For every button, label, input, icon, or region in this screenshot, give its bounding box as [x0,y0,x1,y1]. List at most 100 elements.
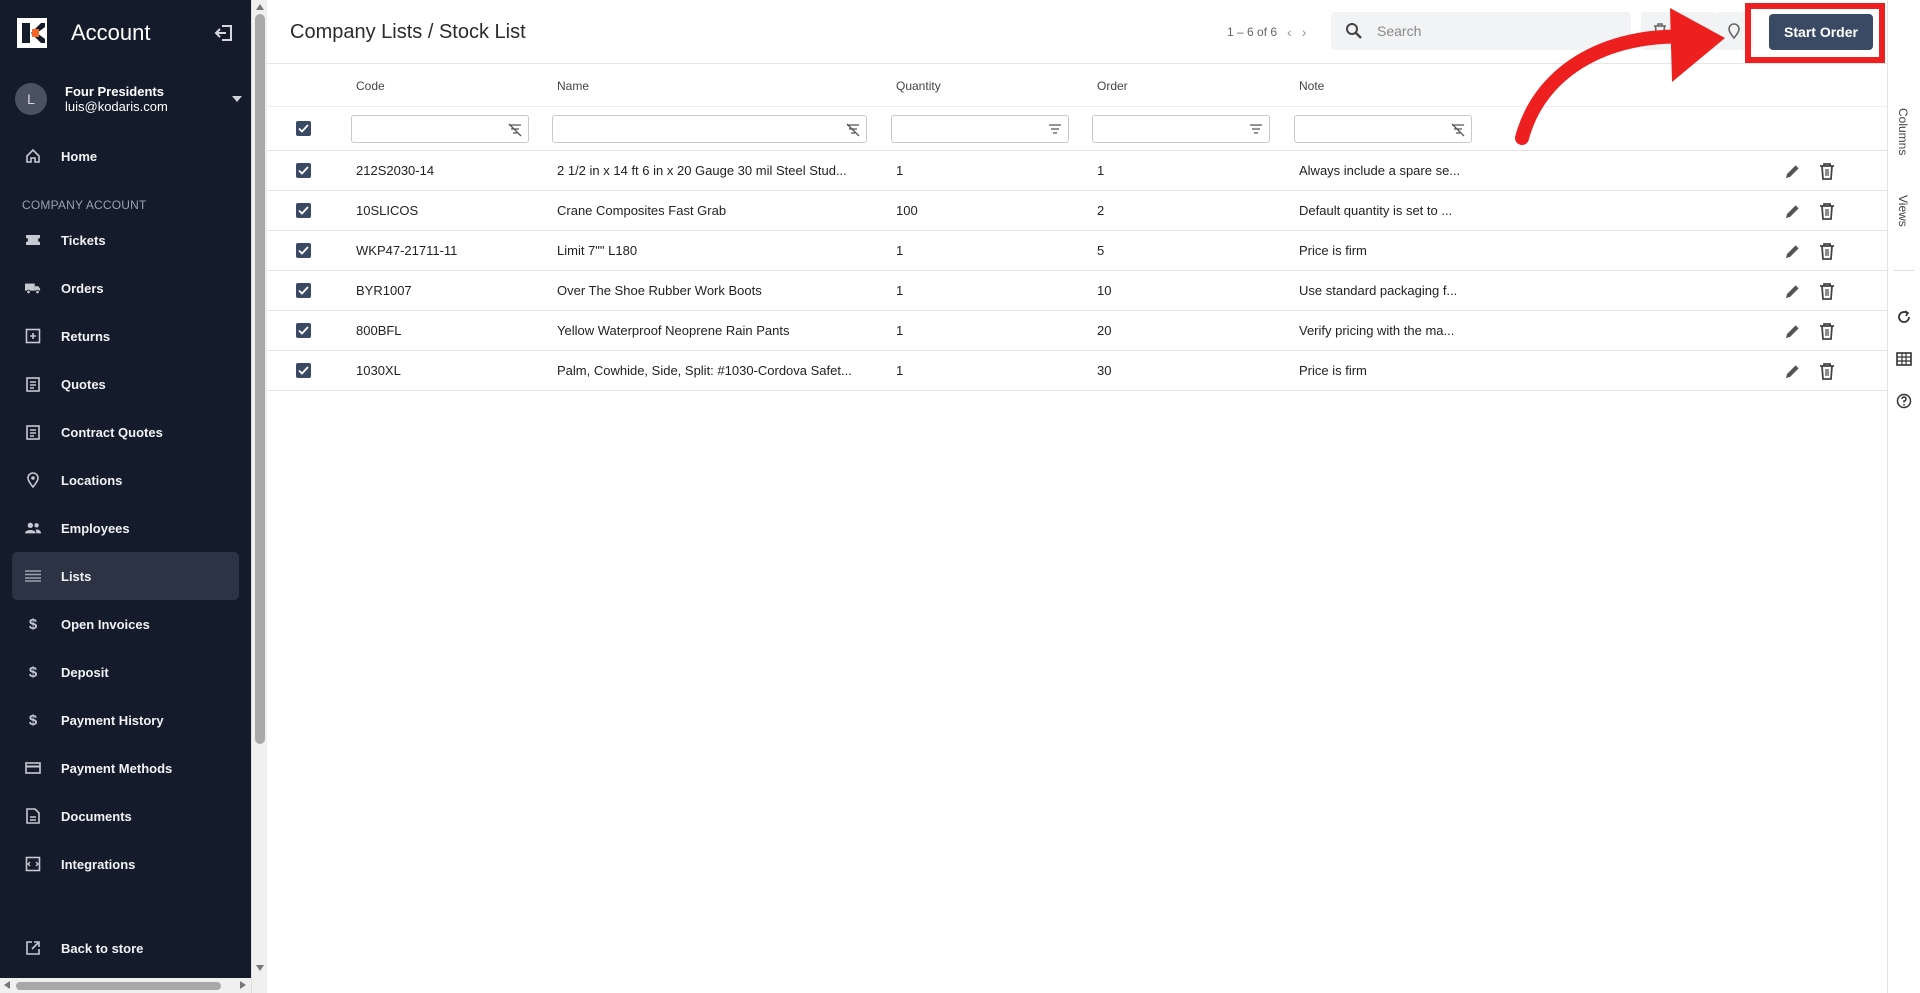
sidebar-item-payment-history[interactable]: $ Payment History [0,696,251,744]
table-row[interactable]: 212S2030-14 2 1/2 in x 14 ft 6 in x 20 Ga… [267,151,1887,191]
delete-list-button[interactable] [1641,12,1679,50]
edit-pencil-icon[interactable] [1783,201,1803,221]
user-email: luis@kodaris.com [65,99,168,114]
delete-trash-icon[interactable] [1817,201,1837,221]
row-checkbox[interactable] [296,163,311,178]
sidebar-item-open-invoices[interactable]: $ Open Invoices [0,600,251,648]
delete-trash-icon[interactable] [1817,241,1837,261]
column-header-code[interactable]: Code [346,79,547,93]
sidebar-item-quotes[interactable]: Quotes [0,360,251,408]
order-filter-input[interactable] [1092,114,1270,143]
table-row[interactable]: BYR1007 Over The Shoe Rubber Work Boots 1 1… [267,271,1887,311]
help-icon[interactable] [1896,393,1912,409]
sidebar-item-tickets[interactable]: Tickets [0,216,251,264]
row-checkbox[interactable] [296,323,311,338]
cell-code: 800BFL [356,323,402,338]
columns-tab[interactable]: Columns [1896,108,1910,155]
table-row[interactable]: 1030XL Palm, Cowhide, Side, Split: #1030-… [267,351,1887,391]
sidebar: Account L Four Presidents luis@kodaris.c… [0,0,251,993]
delete-trash-icon[interactable] [1817,281,1837,301]
filter-off-icon[interactable] [1451,123,1465,137]
sidebar-item-contract-quotes[interactable]: Contract Quotes [0,408,251,456]
sidebar-item-label: Lists [61,568,92,584]
column-header-note[interactable]: Note [1289,79,1739,93]
search-box[interactable] [1331,12,1631,50]
sidebar-item-label: Home [61,148,98,164]
sidebar-item-returns[interactable]: Returns [0,312,251,360]
edit-pencil-icon[interactable] [1783,321,1803,341]
scroll-up-arrow-icon[interactable] [256,4,264,10]
row-checkbox[interactable] [296,283,311,298]
cell-name: Crane Composites Fast Grab [557,203,727,218]
cell-order: 2 [1097,203,1105,218]
edit-pencil-icon[interactable] [1783,161,1803,181]
edit-pencil-icon[interactable] [1783,361,1803,381]
sidebar-item-home[interactable]: Home [0,132,251,180]
delete-trash-icon[interactable] [1817,321,1837,341]
dollar-icon: $ [28,615,38,633]
sidebar-horizontal-scrollbar[interactable] [0,978,251,993]
row-checkbox[interactable] [296,203,311,218]
cell-code: WKP47-21711-11 [356,243,458,258]
user-switcher[interactable]: L Four Presidents luis@kodaris.com [0,66,251,132]
search-input[interactable] [1377,23,1577,39]
delete-trash-icon[interactable] [1817,361,1837,381]
sidebar-item-employees[interactable]: Employees [0,504,251,552]
filter-off-icon[interactable] [508,123,522,137]
note-filter-input[interactable] [1294,114,1472,143]
chevron-left-icon[interactable]: ‹ [1287,24,1292,40]
back-to-store-link[interactable]: Back to store [0,924,251,972]
edit-pencil-icon[interactable] [1783,241,1803,261]
sidebar-item-label: Orders [61,280,104,296]
scroll-left-arrow-icon[interactable] [4,981,10,989]
table-grid-icon[interactable] [1896,351,1912,367]
people-icon [25,520,41,536]
user-info: Four Presidents luis@kodaris.com [65,84,168,114]
sidebar-item-orders[interactable]: Orders [0,264,251,312]
edit-pencil-icon[interactable] [1783,281,1803,301]
sidebar-item-lists[interactable]: Lists [12,552,239,600]
sidebar-vertical-scrollbar[interactable] [251,0,267,993]
quantity-filter-input[interactable] [891,114,1069,143]
sidebar-item-payment-methods[interactable]: Payment Methods [0,744,251,792]
scrollbar-thumb[interactable] [16,982,221,990]
caret-down-icon[interactable] [232,96,242,102]
chevron-right-icon[interactable]: › [1302,24,1307,40]
table-row[interactable]: WKP47-21711-11 Limit 7"" L180 1 5 Price is f… [267,231,1887,271]
list-icon [25,568,41,584]
edit-list-button[interactable] [1678,12,1716,50]
filter-off-icon[interactable] [846,123,860,137]
column-header-quantity[interactable]: Quantity [886,79,1087,93]
views-tab[interactable]: Views [1896,195,1910,227]
scroll-down-arrow-icon[interactable] [256,965,264,971]
refresh-icon[interactable] [1896,309,1912,325]
filter-row [267,107,1887,151]
column-header-order[interactable]: Order [1087,79,1289,93]
clipboard-icon [25,424,41,440]
dollar-icon: $ [28,663,38,681]
filter-icon[interactable] [1249,123,1263,137]
row-checkbox[interactable] [296,243,311,258]
code-filter-input[interactable] [351,114,529,143]
sidebar-item-integrations[interactable]: Integrations [0,840,251,888]
delete-trash-icon[interactable] [1817,161,1837,181]
column-header-name[interactable]: Name [547,79,886,93]
sidebar-item-deposit[interactable]: $ Deposit [0,648,251,696]
scroll-right-arrow-icon[interactable] [240,981,246,989]
sidebar-item-label: Returns [61,328,111,344]
scrollbar-thumb[interactable] [255,14,265,744]
name-filter-input[interactable] [552,114,867,143]
table-row[interactable]: 10SLICOS Crane Composites Fast Grab 100 2 De… [267,191,1887,231]
table-row[interactable]: 800BFL Yellow Waterproof Neoprene Rain Pa… [267,311,1887,351]
sidebar-item-documents[interactable]: Documents [0,792,251,840]
row-checkbox[interactable] [296,363,311,378]
collapse-sidebar-icon[interactable] [213,22,235,44]
sidebar-item-label: Integrations [61,856,136,872]
start-order-button[interactable]: Start Order [1769,14,1873,50]
cell-code: 1030XL [356,363,401,378]
location-button[interactable] [1715,12,1753,50]
select-all-checkbox[interactable] [296,121,311,136]
filter-icon[interactable] [1048,123,1062,137]
kodaris-logo-icon[interactable] [17,18,47,48]
sidebar-item-locations[interactable]: Locations [0,456,251,504]
